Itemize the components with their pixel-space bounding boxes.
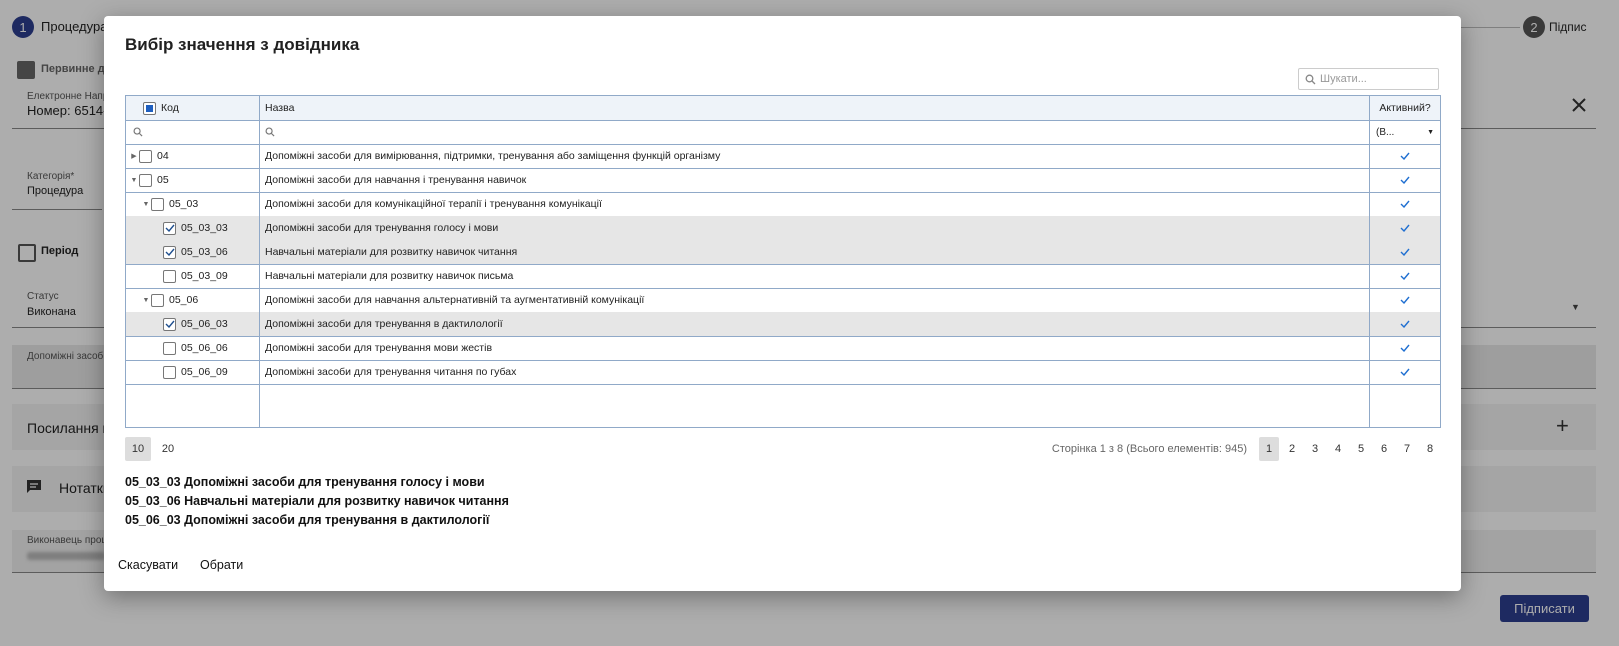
reference-selection-dialog: Вибір значення з довідника Шукати... Код… <box>104 16 1461 591</box>
tree-row[interactable]: 05_06_06 Допоміжні засоби для тренування … <box>126 336 1440 361</box>
page-info: Сторінка 1 з 8 (Всього елементів: 945) <box>1051 443 1247 455</box>
grid-header-row: Код Назва Активний? <box>126 96 1440 121</box>
select-button[interactable]: Обрати <box>200 558 243 572</box>
row-name: Допоміжні засоби для навчання і тренуван… <box>265 174 527 186</box>
tree-row[interactable]: 05_06_09 Допоміжні засоби для тренування … <box>126 360 1440 385</box>
search-icon <box>265 127 275 137</box>
reference-grid: Код Назва Активний? (В... ▼ ▶ 04 Допоміжні … <box>125 95 1441 428</box>
page-size-10[interactable]: 10 <box>125 437 151 461</box>
page-size-selector: 10 20 <box>125 437 181 461</box>
active-check-icon <box>1400 296 1410 304</box>
selected-item: 05_06_03 Допоміжні засоби для тренування… <box>125 513 490 527</box>
row-checkbox[interactable] <box>151 293 164 307</box>
search-icon <box>133 127 143 137</box>
page-button[interactable]: 7 <box>1397 437 1417 461</box>
row-name: Допоміжні засоби для комунікаційної тера… <box>265 198 602 210</box>
row-checkbox[interactable] <box>163 365 176 379</box>
row-name: Допоміжні засоби для вимірювання, підтри… <box>265 150 721 162</box>
row-checkbox[interactable] <box>163 221 176 235</box>
selected-item: 05_03_06 Навчальні матеріали для розвитк… <box>125 494 509 508</box>
row-code: 05 <box>157 174 169 186</box>
row-name: Навчальні матеріали для розвитку навичок… <box>265 270 514 282</box>
dialog-title: Вибір значення з довідника <box>125 35 360 54</box>
page-button[interactable]: 2 <box>1282 437 1302 461</box>
row-name: Допоміжні засоби для тренування голосу і… <box>265 222 499 234</box>
select-all-checkbox[interactable] <box>143 101 156 115</box>
tree-row[interactable]: 05_03_03 Допоміжні засоби для тренування … <box>126 216 1440 241</box>
row-code: 05_06_03 <box>181 318 228 330</box>
tree-row[interactable]: ▼ 05_06 Допоміжні засоби для навчання альт… <box>126 288 1440 313</box>
active-filter-select[interactable]: (В... ▼ <box>1370 120 1440 144</box>
cancel-button[interactable]: Скасувати <box>118 558 178 572</box>
active-check-icon <box>1400 224 1410 232</box>
row-checkbox[interactable] <box>139 173 152 187</box>
page-button[interactable]: 8 <box>1420 437 1440 461</box>
row-code: 05_06 <box>169 294 199 306</box>
active-check-icon <box>1400 200 1410 208</box>
row-code: 05_03 <box>169 198 199 210</box>
selected-items-list: 05_03_03 Допоміжні засоби для тренування… <box>125 473 509 530</box>
page-button[interactable]: 5 <box>1351 437 1371 461</box>
active-check-icon <box>1400 176 1410 184</box>
page-size-20[interactable]: 20 <box>155 437 181 461</box>
pagination: Сторінка 1 з 8 (Всього елементів: 945) 1… <box>1052 437 1440 461</box>
search-icon <box>1305 74 1316 84</box>
row-checkbox[interactable] <box>163 317 176 331</box>
column-header-name[interactable]: Назва <box>265 102 294 114</box>
row-name: Допоміжні засоби для навчання альтернати… <box>265 294 645 306</box>
tree-row[interactable]: ▶ 04 Допоміжні засоби для вимірювання, під… <box>126 144 1440 169</box>
dialog-search-input[interactable]: Шукати... <box>1298 68 1439 90</box>
selected-item: 05_03_03 Допоміжні засоби для тренування… <box>125 475 485 489</box>
row-name: Навчальні матеріали для розвитку навичок… <box>265 246 518 258</box>
row-code: 04 <box>157 150 169 162</box>
active-check-icon <box>1400 344 1410 352</box>
tree-row[interactable]: ▼ 05 Допоміжні засоби для навчання і трену… <box>126 168 1440 193</box>
column-header-active[interactable]: Активний? <box>1379 102 1430 114</box>
row-checkbox[interactable] <box>139 149 152 163</box>
active-check-icon <box>1400 368 1410 376</box>
active-filter-value: (В... <box>1376 126 1395 138</box>
tree-row[interactable]: 05_06_03 Допоміжні засоби для тренування … <box>126 312 1440 337</box>
active-check-icon <box>1400 152 1410 160</box>
collapse-icon[interactable]: ▼ <box>129 177 139 184</box>
page-button[interactable]: 1 <box>1259 437 1279 461</box>
page-button[interactable]: 6 <box>1374 437 1394 461</box>
collapse-icon[interactable]: ▼ <box>141 201 151 208</box>
page-button[interactable]: 4 <box>1328 437 1348 461</box>
row-name: Допоміжні засоби для тренування мови жес… <box>265 342 493 354</box>
row-code: 05_06_09 <box>181 366 228 378</box>
expand-icon[interactable]: ▶ <box>129 152 139 160</box>
row-name: Допоміжні засоби для тренування в дактил… <box>265 318 503 330</box>
name-filter-input[interactable] <box>260 120 1370 144</box>
column-header-code[interactable]: Код <box>161 102 179 114</box>
active-check-icon <box>1400 320 1410 328</box>
active-check-icon <box>1400 272 1410 280</box>
tree-row[interactable]: 05_03_09 Навчальні матеріали для розвитку… <box>126 264 1440 289</box>
row-code: 05_03_03 <box>181 222 228 234</box>
chevron-down-icon: ▼ <box>1427 128 1434 136</box>
row-code: 05_03_06 <box>181 246 228 258</box>
page-button[interactable]: 3 <box>1305 437 1325 461</box>
row-name: Допоміжні засоби для тренування читання … <box>265 366 517 378</box>
row-code: 05_03_09 <box>181 270 228 282</box>
code-filter-input[interactable] <box>126 120 260 144</box>
search-placeholder: Шукати... <box>1320 73 1367 85</box>
row-checkbox[interactable] <box>163 341 176 355</box>
row-checkbox[interactable] <box>163 269 176 283</box>
row-code: 05_06_06 <box>181 342 228 354</box>
active-check-icon <box>1400 248 1410 256</box>
row-checkbox[interactable] <box>163 245 176 259</box>
tree-row[interactable]: 05_03_06 Навчальні матеріали для розвитку… <box>126 240 1440 265</box>
collapse-icon[interactable]: ▼ <box>141 297 151 304</box>
row-checkbox[interactable] <box>151 197 164 211</box>
tree-row[interactable]: ▼ 05_03 Допоміжні засоби для комунікаційно… <box>126 192 1440 217</box>
grid-filter-row: (В... ▼ <box>126 120 1440 145</box>
grid-empty-area <box>126 383 1440 427</box>
